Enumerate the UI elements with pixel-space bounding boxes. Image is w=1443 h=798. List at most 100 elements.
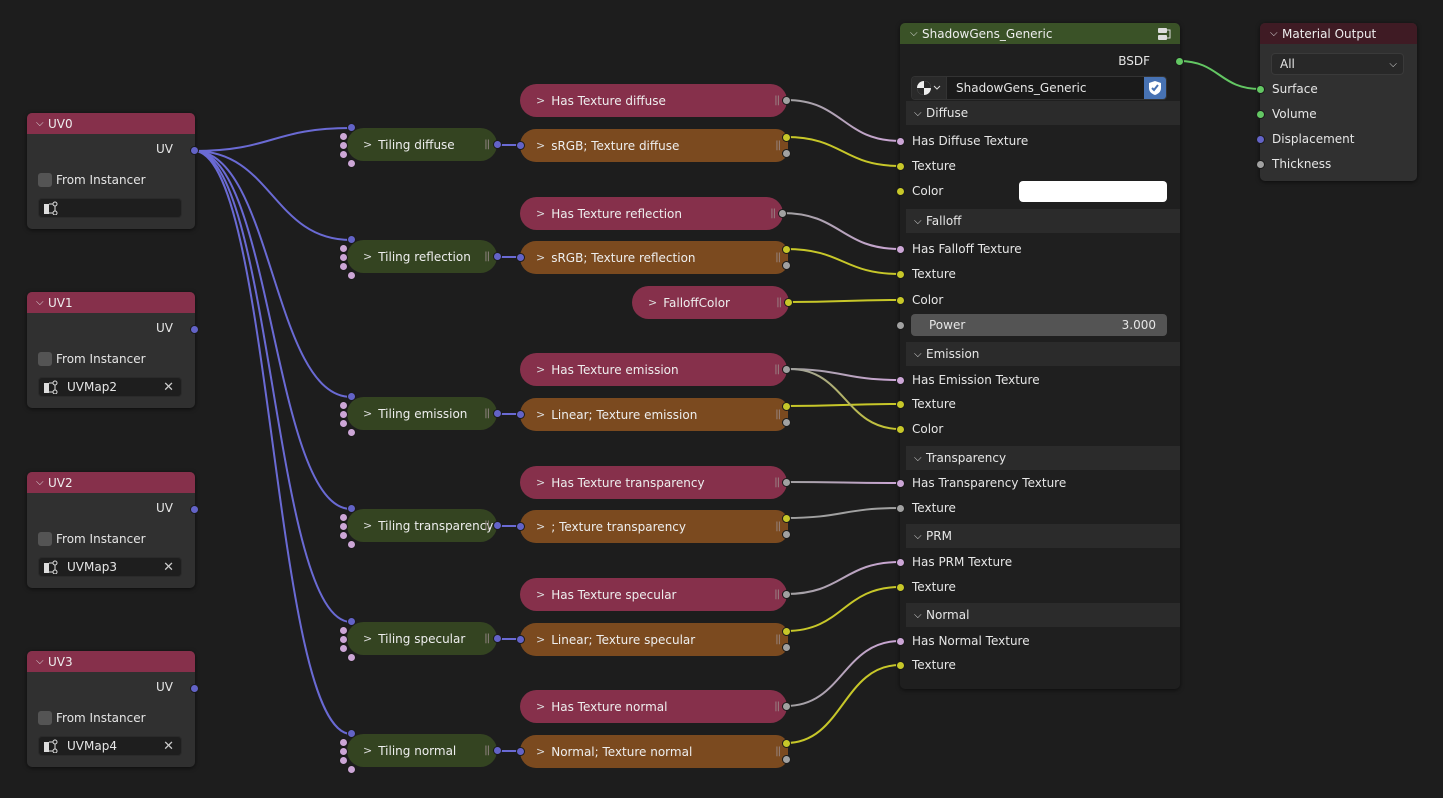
- grip-icon[interactable]: ||: [484, 745, 490, 756]
- expand-chevron-icon[interactable]: >: [536, 251, 545, 264]
- diffuse-color-swatch[interactable]: [1019, 181, 1167, 202]
- panel-emission[interactable]: ⌵ Emission: [906, 342, 1180, 366]
- node-header[interactable]: ⌵ UV1: [27, 292, 195, 313]
- color-output-socket[interactable]: [782, 739, 791, 748]
- uv-input-socket[interactable]: [516, 253, 525, 262]
- alpha-output-socket[interactable]: [782, 530, 791, 539]
- expand-chevron-icon[interactable]: >: [536, 207, 545, 220]
- uv-output-socket[interactable]: [493, 634, 502, 643]
- normal-texture-input-socket[interactable]: [896, 661, 905, 670]
- bool-input-socket[interactable]: [339, 150, 348, 159]
- grip-icon[interactable]: ||: [484, 251, 490, 262]
- bool-input-socket[interactable]: [347, 428, 356, 437]
- uv-input-socket[interactable]: [516, 635, 525, 644]
- tiling-group-node[interactable]: > Tiling emission ||: [339, 392, 502, 437]
- alpha-output-socket[interactable]: [782, 149, 791, 158]
- expand-chevron-icon[interactable]: >: [536, 520, 545, 533]
- bool-input-socket[interactable]: [339, 756, 348, 765]
- bool-output-socket[interactable]: [782, 702, 791, 711]
- falloff-color-input-socket[interactable]: [896, 296, 905, 305]
- color-output-socket[interactable]: [784, 298, 793, 307]
- uv-map-field[interactable]: [38, 198, 182, 218]
- uv-output-socket[interactable]: [493, 140, 502, 149]
- falloff-color-group-node[interactable]: > FalloffColor ||: [632, 286, 793, 319]
- texture-group-node[interactable]: > Linear; Texture specular ||: [516, 623, 791, 656]
- bool-input-socket[interactable]: [347, 765, 356, 774]
- grip-icon[interactable]: ||: [775, 252, 781, 263]
- expand-chevron-icon[interactable]: >: [363, 744, 372, 757]
- uv-output-socket[interactable]: [190, 325, 199, 334]
- bool-input-socket[interactable]: [339, 262, 348, 271]
- color-output-socket[interactable]: [782, 627, 791, 636]
- collapse-chevron-icon[interactable]: ⌵: [36, 297, 48, 308]
- bool-input-socket[interactable]: [339, 738, 348, 747]
- uv-output-socket[interactable]: [190, 146, 199, 155]
- uv-output-socket[interactable]: [190, 684, 199, 693]
- uv-input-socket[interactable]: [347, 235, 356, 244]
- collapse-chevron-icon[interactable]: ⌵: [36, 477, 48, 488]
- grip-icon[interactable]: ||: [775, 521, 781, 532]
- collapse-chevron-icon[interactable]: ⌵: [914, 610, 926, 621]
- grip-icon[interactable]: ||: [484, 408, 490, 419]
- expand-chevron-icon[interactable]: >: [536, 94, 545, 107]
- uv-input-socket[interactable]: [347, 392, 356, 401]
- node-header[interactable]: ⌵ UV0: [27, 113, 195, 134]
- uv-input-socket[interactable]: [347, 123, 356, 132]
- texture-group-node[interactable]: > ; Texture transparency ||: [516, 510, 791, 543]
- grip-icon[interactable]: ||: [774, 95, 780, 106]
- tiling-group-node[interactable]: > Tiling specular ||: [339, 617, 502, 662]
- collapse-chevron-icon[interactable]: ⌵: [910, 28, 922, 39]
- from-instancer-checkbox[interactable]: [38, 532, 52, 546]
- color-output-socket[interactable]: [782, 402, 791, 411]
- collapse-chevron-icon[interactable]: ⌵: [914, 349, 926, 360]
- uv-map-node-3[interactable]: ⌵ UV3 UV From Instancer UVMap4 ✕: [27, 651, 199, 767]
- collapse-chevron-icon[interactable]: ⌵: [914, 108, 926, 119]
- falloff-texture-input-socket[interactable]: [896, 270, 905, 279]
- target-dropdown[interactable]: All ⌵: [1271, 53, 1404, 75]
- uv-output-socket[interactable]: [190, 505, 199, 514]
- expand-chevron-icon[interactable]: >: [648, 296, 657, 309]
- bool-input-socket[interactable]: [339, 132, 348, 141]
- has-texture-group-node[interactable]: > Has Texture normal ||: [520, 690, 791, 723]
- has-normal-texture-input-socket[interactable]: [896, 637, 905, 646]
- has-texture-group-node[interactable]: > Has Texture transparency ||: [520, 466, 791, 499]
- shader-group-node[interactable]: ⌵ ShadowGens_Generic BSDF ShadowGens_Gen…: [896, 23, 1184, 689]
- fake-user-button[interactable]: [1144, 77, 1166, 99]
- bool-input-socket[interactable]: [347, 653, 356, 662]
- bool-input-socket[interactable]: [339, 253, 348, 262]
- transparency-texture-input-socket[interactable]: [896, 504, 905, 513]
- from-instancer-checkbox[interactable]: [38, 173, 52, 187]
- uv-map-field[interactable]: UVMap3 ✕: [38, 557, 182, 577]
- uv-map-field[interactable]: UVMap4 ✕: [38, 736, 182, 756]
- texture-group-node[interactable]: > sRGB; Texture diffuse ||: [516, 129, 791, 162]
- uv-input-socket[interactable]: [516, 410, 525, 419]
- collapse-chevron-icon[interactable]: ⌵: [36, 118, 48, 129]
- diffuse-texture-input-socket[interactable]: [896, 162, 905, 171]
- bool-input-socket[interactable]: [347, 271, 356, 280]
- collapse-chevron-icon[interactable]: ⌵: [914, 216, 926, 227]
- uv-map-node-0[interactable]: ⌵ UV0 UV From Instancer: [27, 113, 199, 229]
- uv-input-socket[interactable]: [516, 141, 525, 150]
- grip-icon[interactable]: ||: [484, 633, 490, 644]
- uv-map-node-1[interactable]: ⌵ UV1 UV From Instancer UVMap2 ✕: [27, 292, 199, 408]
- alpha-output-socket[interactable]: [782, 643, 791, 652]
- uv-input-socket[interactable]: [516, 522, 525, 531]
- collapse-chevron-icon[interactable]: ⌵: [914, 453, 926, 464]
- uv-input-socket[interactable]: [347, 504, 356, 513]
- bool-input-socket[interactable]: [347, 540, 356, 549]
- grip-icon[interactable]: ||: [774, 701, 780, 712]
- uv-output-socket[interactable]: [493, 746, 502, 755]
- clear-icon[interactable]: ✕: [163, 560, 174, 575]
- bool-output-socket[interactable]: [782, 590, 791, 599]
- has-diffuse-texture-input-socket[interactable]: [896, 137, 905, 146]
- expand-chevron-icon[interactable]: >: [536, 700, 545, 713]
- panel-prm[interactable]: ⌵ PRM: [906, 524, 1180, 548]
- expand-chevron-icon[interactable]: >: [536, 363, 545, 376]
- displacement-input-socket[interactable]: [1256, 135, 1265, 144]
- material-selector[interactable]: ShadowGens_Generic: [911, 76, 1167, 100]
- bool-input-socket[interactable]: [339, 626, 348, 635]
- grip-icon[interactable]: ||: [776, 297, 782, 308]
- tiling-group-node[interactable]: > Tiling normal ||: [339, 729, 502, 774]
- has-texture-group-node[interactable]: > Has Texture reflection ||: [520, 197, 787, 230]
- uv-map-field[interactable]: UVMap2 ✕: [38, 377, 182, 397]
